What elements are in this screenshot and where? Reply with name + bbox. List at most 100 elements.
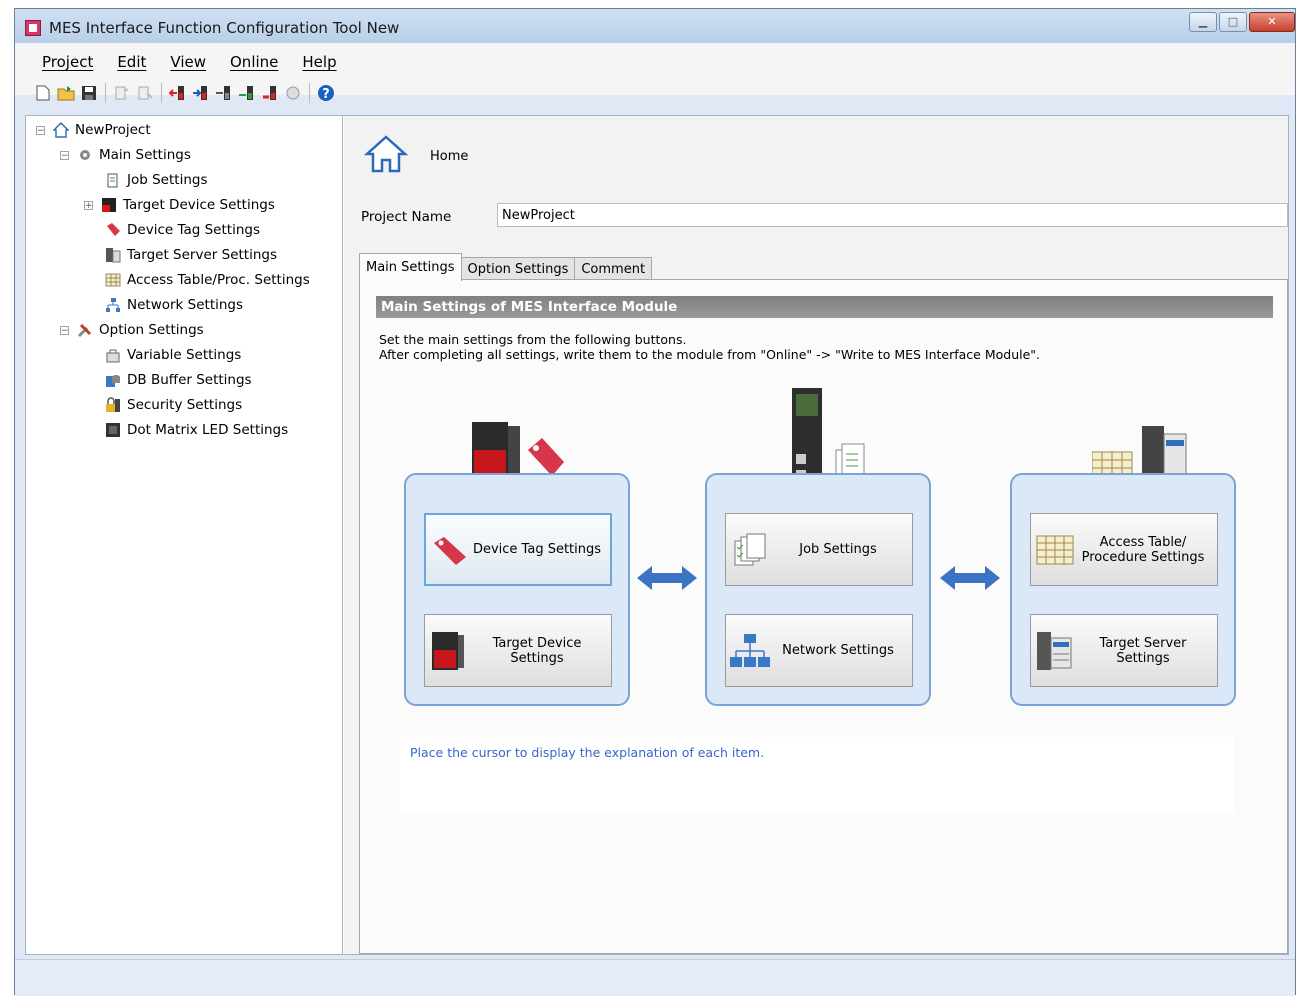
target-server-settings-button[interactable]: Target Server Settings [1030,614,1218,687]
tree-label: DB Buffer Settings [127,372,252,388]
button-label: Access Table/ Procedure Settings [1081,534,1205,565]
tree-item-target-server-settings[interactable]: Target Server Settings [104,243,277,267]
verify-icon[interactable] [214,83,234,103]
tag-icon [430,535,470,565]
expand-icon[interactable]: + [84,200,93,210]
group-job: Job Settings Network Settings [705,473,931,706]
button-label: Job Settings [799,542,877,557]
tree-label: Security Settings [127,397,243,413]
menu-bar: Project Edit View Online Help ? [15,43,1295,103]
home-icon [363,134,409,178]
project-tree: − NewProject − Main Settings Job Setting… [26,116,343,954]
tree-item-led-settings[interactable]: Dot Matrix LED Settings [104,418,288,442]
window-title: MES Interface Function Configuration Too… [49,19,400,37]
tree-label: Main Settings [99,147,191,163]
tree-label: Variable Settings [127,347,242,363]
open-folder-icon[interactable] [56,83,76,103]
tree-label: Network Settings [127,297,244,313]
intro-text: Set the main settings from the following… [379,332,1040,362]
section-header: Main Settings of MES Interface Module [376,296,1273,318]
collapse-icon[interactable]: − [60,325,69,335]
plc-icon [100,197,117,214]
table-icon [104,272,121,289]
menu-help[interactable]: Help [302,53,336,71]
tree-item-job-settings[interactable]: Job Settings [104,168,207,192]
upload-icon[interactable] [237,83,257,103]
collapse-icon[interactable]: − [60,150,69,160]
help-icon[interactable]: ? [316,83,336,103]
tree-item-main-settings[interactable]: − Main Settings [60,143,191,167]
network-settings-button[interactable]: Network Settings [725,614,913,687]
menu-online[interactable]: Online [230,53,278,71]
tree-item-access-table-settings[interactable]: Access Table/Proc. Settings [104,268,310,292]
device-tag-settings-button[interactable]: Device Tag Settings [424,513,612,586]
tree-item-option-settings[interactable]: − Option Settings [60,318,204,342]
intro-line-2: After completing all settings, write the… [379,347,1041,362]
double-arrow-icon [637,563,697,597]
export-icon[interactable] [112,83,132,103]
group-device: Device Tag Settings Target Device Settin… [404,473,630,706]
tab-comment[interactable]: Comment [574,257,653,281]
menu-edit[interactable]: Edit [117,53,146,71]
app-icon [25,20,41,36]
close-button[interactable]: ✕ [1249,12,1295,32]
svg-text:?: ? [322,87,330,102]
tree-label: Target Device Settings [123,197,275,213]
tree-item-db-buffer-settings[interactable]: DB Buffer Settings [104,368,252,392]
minimize-button[interactable]: ▁ [1189,12,1217,32]
tree-item-device-tag-settings[interactable]: Device Tag Settings [104,218,260,242]
home-icon [52,122,69,139]
tree-item-root[interactable]: − NewProject [36,118,151,142]
app-window: MES Interface Function Configuration Too… [14,8,1296,996]
plc-icon [429,631,469,670]
tree-label: Job Settings [127,172,208,188]
tree-label: Option Settings [99,322,204,338]
lock-icon [104,397,121,414]
button-label: Network Settings [782,643,894,658]
tree-label: Device Tag Settings [127,222,260,238]
intro-line-1: Set the main settings from the following… [379,332,687,347]
project-name-input[interactable] [497,203,1288,227]
tree-item-variable-settings[interactable]: Variable Settings [104,343,241,367]
main-settings-panel: Main Settings of MES Interface Module Se… [359,279,1288,954]
collapse-icon[interactable]: − [36,125,45,135]
write-to-module-icon[interactable] [191,83,211,103]
toolbar: ? [33,83,336,103]
tree-item-target-device-settings[interactable]: + Target Device Settings [84,193,275,217]
tab-option-settings[interactable]: Option Settings [460,257,576,281]
database-icon [104,372,121,389]
variable-icon [104,347,121,364]
group-server: Access Table/ Procedure Settings Target … [1010,473,1236,706]
access-table-settings-button[interactable]: Access Table/ Procedure Settings [1030,513,1218,586]
led-matrix-icon [104,422,121,439]
double-arrow-icon [940,563,1000,597]
project-name-label: Project Name [361,209,452,225]
job-settings-button[interactable]: Job Settings [725,513,913,586]
menu-view[interactable]: View [170,53,206,71]
read-from-module-icon[interactable] [168,83,188,103]
server-icon [104,247,121,264]
home-header: Home [363,134,468,178]
tag-icon [104,222,121,239]
import-icon[interactable] [135,83,155,103]
tree-label: Dot Matrix LED Settings [127,422,289,438]
new-file-icon[interactable] [33,83,53,103]
network-icon [104,297,121,314]
tab-main-settings[interactable]: Main Settings [359,253,462,281]
button-label: Device Tag Settings [472,542,602,557]
title-bar[interactable]: MES Interface Function Configuration Too… [15,9,1295,43]
target-device-settings-button[interactable]: Target Device Settings [424,614,612,687]
tab-strip: Main Settings Option Settings Comment [359,253,653,281]
gear-icon [76,147,93,164]
explanation-box: Place the cursor to display the explanat… [400,737,1234,813]
maximize-button[interactable]: □ [1219,12,1247,32]
tree-label: NewProject [75,122,151,138]
tree-item-security-settings[interactable]: Security Settings [104,393,242,417]
save-icon[interactable] [79,83,99,103]
menu-project[interactable]: Project [42,53,93,71]
client-area: − NewProject − Main Settings Job Setting… [25,115,1289,955]
tools-icon[interactable] [283,83,303,103]
button-label: Target Server Settings [1099,635,1187,666]
download-icon[interactable] [260,83,280,103]
tree-item-network-settings[interactable]: Network Settings [104,293,243,317]
